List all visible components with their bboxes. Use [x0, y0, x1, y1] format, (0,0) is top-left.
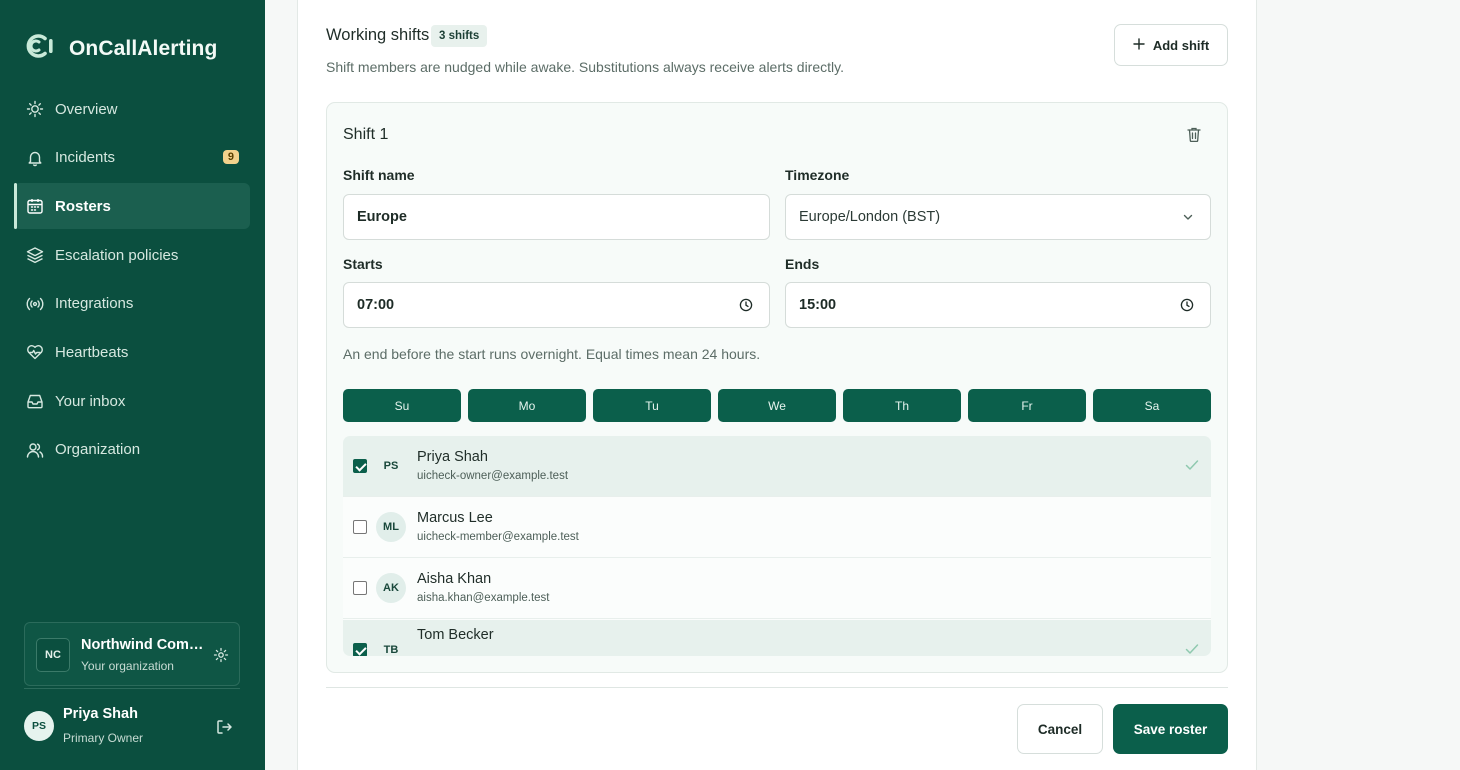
sidebar-item-organization[interactable]: Organization	[14, 427, 250, 473]
starts-label: Starts	[343, 256, 383, 272]
sidebar-nav: Overview Incidents 9 Rosters Escalation …	[14, 86, 250, 476]
section-title: Working shifts	[326, 26, 430, 44]
member-checkbox[interactable]	[353, 520, 367, 534]
timezone-value: Europe/London (BST)	[799, 209, 941, 225]
sidebar-item-label: Organization	[55, 441, 141, 459]
avatar: PS	[383, 460, 399, 472]
logo-icon	[25, 32, 59, 65]
overnight-hint: An end before the start runs overnight. …	[343, 346, 761, 362]
day-toggle-we[interactable]: We	[718, 389, 836, 422]
logout-icon[interactable]	[215, 718, 233, 741]
avatar: AK	[376, 573, 406, 603]
member-checkbox[interactable]	[353, 643, 367, 656]
sidebar-item-incidents[interactable]: Incidents 9	[14, 135, 250, 181]
sidebar-item-your-inbox[interactable]: Your inbox	[14, 378, 250, 424]
sidebar-item-label: Rosters	[55, 197, 111, 215]
member-checkbox[interactable]	[353, 459, 367, 473]
organization-switcher[interactable]: NC Northwind Com… Your organization	[24, 622, 240, 686]
clock-icon[interactable]	[739, 298, 753, 316]
bell-icon	[25, 148, 45, 168]
check-icon	[1185, 458, 1199, 476]
clock-icon[interactable]	[1180, 298, 1194, 316]
sidebar-item-overview[interactable]: Overview	[14, 86, 250, 132]
list-item[interactable]: PS Priya Shah uicheck-owner@example.test	[343, 436, 1211, 497]
layers-icon	[25, 245, 45, 265]
day-toggle-fr[interactable]: Fr	[968, 389, 1086, 422]
org-subtitle: Your organization	[81, 659, 174, 673]
section-description: Shift members are nudged while awake. Su…	[326, 59, 844, 75]
member-name: Tom Becker	[417, 627, 494, 643]
day-toggle-sa[interactable]: Sa	[1093, 389, 1211, 422]
day-toggle-mo[interactable]: Mo	[468, 389, 586, 422]
calendar-icon	[25, 196, 45, 216]
day-toggle-th[interactable]: Th	[843, 389, 961, 422]
timezone-select[interactable]: Europe/London (BST)	[785, 194, 1211, 240]
users-icon	[25, 440, 45, 460]
sidebar-item-label: Incidents	[55, 149, 116, 167]
member-list: PS Priya Shah uicheck-owner@example.test…	[343, 436, 1211, 656]
add-shift-button[interactable]: Add shift	[1114, 24, 1228, 66]
org-avatar: NC	[36, 638, 70, 672]
org-name: Northwind Com…	[81, 637, 204, 653]
timezone-label: Timezone	[785, 167, 850, 183]
day-toggle-tu[interactable]: Tu	[593, 389, 711, 422]
app-name: OnCallAlerting	[69, 36, 218, 60]
check-icon	[1185, 642, 1199, 656]
sidebar-item-escalation-policies[interactable]: Escalation policies	[14, 232, 250, 278]
cancel-button[interactable]: Cancel	[1017, 704, 1103, 754]
brand[interactable]: OnCallAlerting	[25, 32, 217, 65]
weekday-selector: Su Mo Tu We Th Fr Sa	[343, 389, 1211, 422]
gear-icon[interactable]	[213, 647, 229, 668]
day-toggle-su[interactable]: Su	[343, 389, 461, 422]
member-email: aisha.khan@example.test	[417, 592, 550, 604]
sidebar-divider	[24, 688, 240, 689]
add-shift-label: Add shift	[1152, 37, 1210, 53]
ends-label: Ends	[785, 256, 820, 272]
member-name: Priya Shah	[417, 449, 488, 465]
broadcast-icon	[25, 294, 45, 314]
inbox-icon	[25, 391, 45, 411]
list-item[interactable]: ML Marcus Lee uicheck-member@example.tes…	[343, 497, 1211, 558]
avatar: TB	[383, 644, 399, 656]
shift-title: Shift 1	[343, 126, 389, 143]
heart-pulse-icon	[25, 342, 45, 362]
user-role: Primary Owner	[63, 731, 144, 745]
shift-name-input[interactable]: Europe	[343, 194, 770, 240]
member-name: Marcus Lee	[417, 510, 493, 526]
incidents-count-badge: 9	[222, 149, 239, 164]
list-item[interactable]: AK Aisha Khan aisha.khan@example.test	[343, 558, 1211, 619]
avatar: PS	[24, 711, 54, 741]
sidebar-item-heartbeats[interactable]: Heartbeats	[14, 329, 250, 375]
trash-icon[interactable]	[1186, 126, 1202, 148]
sidebar-item-label: Integrations	[55, 295, 134, 313]
starts-time-input[interactable]: 07:00	[343, 282, 770, 328]
plus-icon	[1133, 37, 1145, 53]
save-roster-button[interactable]: Save roster	[1113, 704, 1228, 754]
sidebar-item-label: Overview	[55, 100, 118, 118]
sidebar-item-label: Your inbox	[55, 392, 126, 410]
ends-time-input[interactable]: 15:00	[785, 282, 1211, 328]
list-item[interactable]: TB Tom Becker	[343, 620, 1211, 656]
starts-value: 07:00	[357, 297, 395, 313]
sidebar-item-integrations[interactable]: Integrations	[14, 281, 250, 327]
avatar: ML	[376, 512, 406, 542]
sun-icon	[25, 99, 45, 119]
chevron-down-icon	[1182, 211, 1194, 227]
sidebar-item-label: Escalation policies	[55, 246, 179, 264]
sidebar-item-label: Heartbeats	[55, 343, 129, 361]
ends-value: 15:00	[799, 297, 837, 313]
shift-name-label: Shift name	[343, 167, 415, 183]
shift-name-value: Europe	[357, 209, 407, 225]
member-checkbox[interactable]	[353, 581, 367, 595]
member-email: uicheck-member@example.test	[417, 531, 579, 543]
shift-count-badge: 3 shifts	[431, 25, 488, 47]
sidebar-item-rosters[interactable]: Rosters	[14, 183, 250, 230]
member-name: Aisha Khan	[417, 571, 492, 587]
footer-divider	[326, 687, 1228, 688]
sidebar: OnCallAlerting Overview Incidents 9 Rost…	[0, 0, 265, 770]
member-email: uicheck-owner@example.test	[417, 470, 569, 482]
user-name: Priya Shah	[63, 706, 138, 722]
